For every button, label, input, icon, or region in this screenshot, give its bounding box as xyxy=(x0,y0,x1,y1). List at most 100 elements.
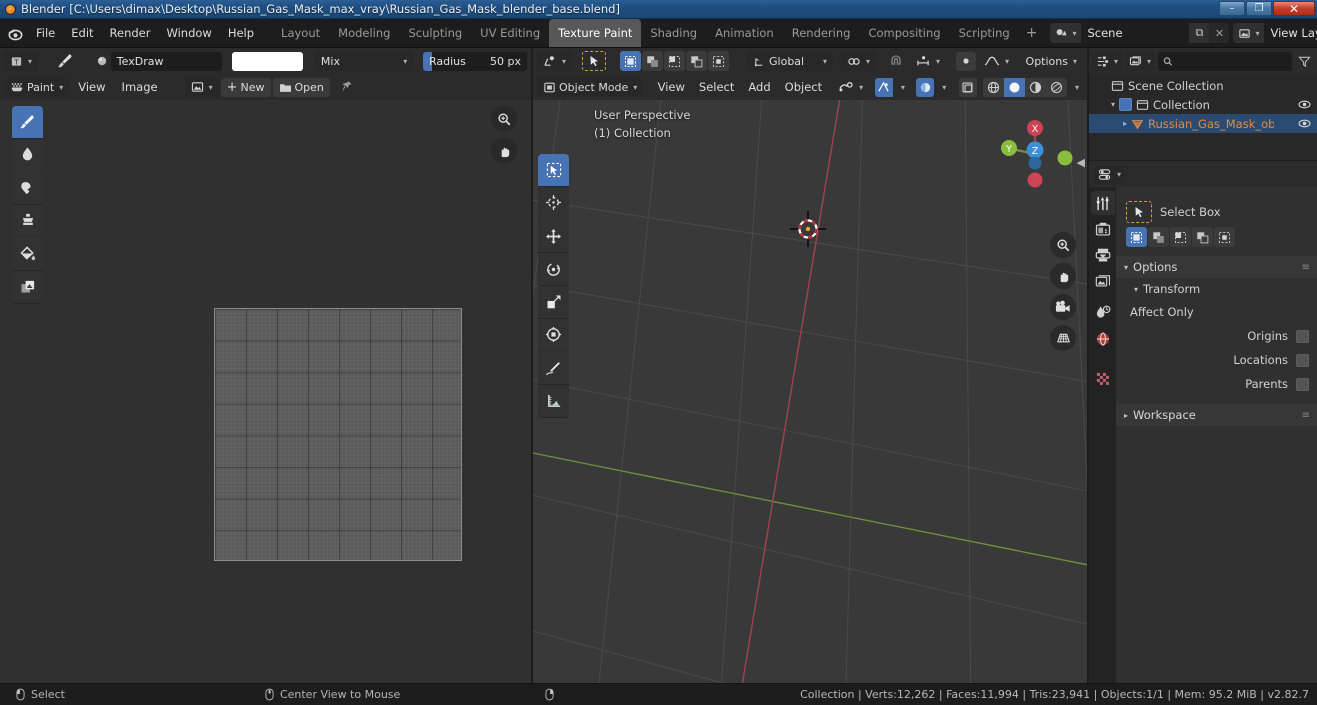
transform-pivot-point-select[interactable]: ▾ xyxy=(841,51,877,71)
annotate-tool[interactable] xyxy=(538,352,569,385)
sidebar-expand-arrow-icon[interactable]: ◀ xyxy=(1077,156,1085,169)
viewport-menu-view[interactable]: View xyxy=(651,80,692,94)
transform-orientation-select[interactable]: Global ▾ xyxy=(747,51,834,71)
image-editor-menu-image[interactable]: Image xyxy=(115,80,165,94)
panel-options[interactable]: ▾ Options ≡ xyxy=(1116,256,1317,278)
outliner-row-2[interactable]: ▸ Russian_Gas_Mask_obj_b xyxy=(1089,114,1317,133)
minimize-button[interactable]: – xyxy=(1219,1,1245,16)
brush-radius-slider[interactable]: Radius 50 px xyxy=(422,51,527,71)
outliner-display-mode-selector[interactable]: ▾ xyxy=(1125,51,1156,71)
outliner-search-input[interactable] xyxy=(1158,51,1292,71)
soften-tool[interactable] xyxy=(12,139,43,172)
brush-name-field[interactable]: TexDraw xyxy=(110,51,223,71)
outliner-visibility-eye-icon[interactable] xyxy=(1298,118,1311,129)
proportional-falloff-select[interactable]: ▾ xyxy=(978,52,1015,71)
measure-tool[interactable] xyxy=(538,385,569,418)
camera-icon[interactable] xyxy=(1050,294,1076,320)
mask-tool[interactable] xyxy=(12,271,43,304)
outliner-row-0[interactable]: Scene Collection xyxy=(1089,76,1317,95)
properties-extend-mode[interactable] xyxy=(1148,227,1169,247)
workspace-tab-modeling[interactable]: Modeling xyxy=(329,19,399,47)
draw-tool[interactable] xyxy=(12,106,43,139)
wireframe-shading-button[interactable] xyxy=(982,77,1004,97)
solid-shading-button[interactable] xyxy=(1003,77,1025,97)
maximize-button[interactable]: ❐ xyxy=(1246,1,1272,16)
rotate-tool[interactable] xyxy=(538,253,569,286)
viewport-menu-select[interactable]: Select xyxy=(692,80,741,94)
rendered-shading-button[interactable] xyxy=(1045,77,1067,97)
properties-texture-tab[interactable] xyxy=(1091,367,1115,391)
viewport-options-button[interactable]: Options ▾ xyxy=(1020,52,1083,71)
workspace-tab-rendering[interactable]: Rendering xyxy=(783,19,860,47)
transform-tool[interactable] xyxy=(538,319,569,352)
menu-render[interactable]: Render xyxy=(102,23,159,43)
new-image-button[interactable]: + New xyxy=(220,77,271,97)
pan-icon[interactable] xyxy=(1050,263,1076,289)
workspace-tab-compositing[interactable]: Compositing xyxy=(859,19,949,47)
blender-logo-icon[interactable] xyxy=(6,22,24,44)
viewport-menu-add[interactable]: Add xyxy=(741,80,777,94)
properties-invert-mode[interactable] xyxy=(1192,227,1213,247)
show-overlays-button[interactable] xyxy=(874,77,893,97)
outliner-expand-triangle-icon[interactable]: ▾ xyxy=(1111,100,1115,109)
pin-icon[interactable] xyxy=(332,80,360,94)
brush-color-swatch[interactable] xyxy=(232,51,304,71)
outliner-filter-icon[interactable] xyxy=(1295,55,1314,68)
open-image-button[interactable]: Open xyxy=(272,77,330,97)
smear-tool[interactable] xyxy=(12,172,43,205)
show-gizmo-button[interactable]: ▾ xyxy=(833,78,869,97)
blend-mode-select[interactable]: Mix ▾ xyxy=(314,51,414,71)
viewport-set-mode[interactable] xyxy=(620,51,642,71)
active-brush-icon[interactable] xyxy=(50,53,80,69)
fill-tool[interactable] xyxy=(12,238,43,271)
select-box-tool[interactable] xyxy=(538,154,569,187)
workspace-tab-scripting[interactable]: Scripting xyxy=(950,19,1019,47)
paint-mode-selector[interactable]: Paint ▾ xyxy=(4,77,70,97)
outliner-editor-type-selector[interactable]: ▾ xyxy=(1092,51,1123,71)
outliner-row-1[interactable]: ▾ Collection xyxy=(1089,95,1317,114)
shading-popover-button[interactable]: ▾ xyxy=(1069,78,1083,97)
properties-set-mode[interactable] xyxy=(1126,227,1147,247)
menu-edit[interactable]: Edit xyxy=(63,23,101,43)
parents-checkbox[interactable] xyxy=(1296,377,1309,391)
scale-tool[interactable] xyxy=(538,286,569,319)
workspace-tab-uv-editing[interactable]: UV Editing xyxy=(471,19,549,47)
material-preview-shading-button[interactable] xyxy=(1024,77,1046,97)
menu-file[interactable]: File xyxy=(28,23,63,43)
image-editor-canvas[interactable] xyxy=(0,100,531,683)
menu-window[interactable]: Window xyxy=(158,23,219,43)
properties-world-tab[interactable] xyxy=(1091,327,1115,351)
panel-transform[interactable]: ▾ Transform xyxy=(1116,278,1317,300)
outliner-search-field[interactable] xyxy=(1176,54,1287,68)
snap-magnet-toggle[interactable] xyxy=(884,54,908,68)
properties-tool-tab[interactable] xyxy=(1090,191,1115,215)
workspace-tab-sculpting[interactable]: Sculpting xyxy=(399,19,471,47)
zoom-icon[interactable] xyxy=(491,106,517,132)
properties-render-tab[interactable] xyxy=(1091,217,1115,241)
snap-to-select[interactable]: ▾ xyxy=(910,52,946,71)
proportional-editing-toggle[interactable] xyxy=(956,51,977,71)
viewport-shading-wireframe-button[interactable] xyxy=(959,77,977,97)
scene-name-field[interactable]: Scene xyxy=(1081,23,1190,43)
image-grid-canvas[interactable] xyxy=(214,308,462,561)
scene-unlink-button[interactable]: ✕ xyxy=(1209,23,1229,43)
scene-icon[interactable]: ▾ xyxy=(1050,23,1082,43)
viewport-canvas[interactable]: User Perspective (1) Collection X Y Z ◀ xyxy=(533,100,1087,683)
overlays-popover-button[interactable]: ▾ xyxy=(895,78,909,97)
active-tool-indicator[interactable] xyxy=(582,51,607,71)
viewport-extend-mode[interactable] xyxy=(642,51,664,71)
view-layer-icon[interactable]: ▾ xyxy=(1233,23,1265,43)
workspace-tab-layout[interactable]: Layout xyxy=(272,19,329,47)
viewport-editor-type-selector[interactable]: ▾ xyxy=(537,51,573,71)
interaction-mode-selector[interactable]: Object Mode ▾ xyxy=(537,77,644,97)
properties-editor-type-selector[interactable]: ▾ xyxy=(1094,164,1126,184)
outliner-expand-triangle-icon[interactable]: ▸ xyxy=(1123,119,1127,128)
outliner-checkbox[interactable] xyxy=(1119,98,1133,111)
scene-copy-button[interactable]: ⧉ xyxy=(1189,23,1210,43)
menu-help[interactable]: Help xyxy=(220,23,262,43)
locations-checkbox[interactable] xyxy=(1296,353,1309,367)
add-workspace-button[interactable]: + xyxy=(1019,25,1045,41)
ortho-persp-icon[interactable] xyxy=(1050,325,1076,351)
properties-output-tab[interactable] xyxy=(1091,243,1115,267)
move-tool[interactable] xyxy=(538,220,569,253)
